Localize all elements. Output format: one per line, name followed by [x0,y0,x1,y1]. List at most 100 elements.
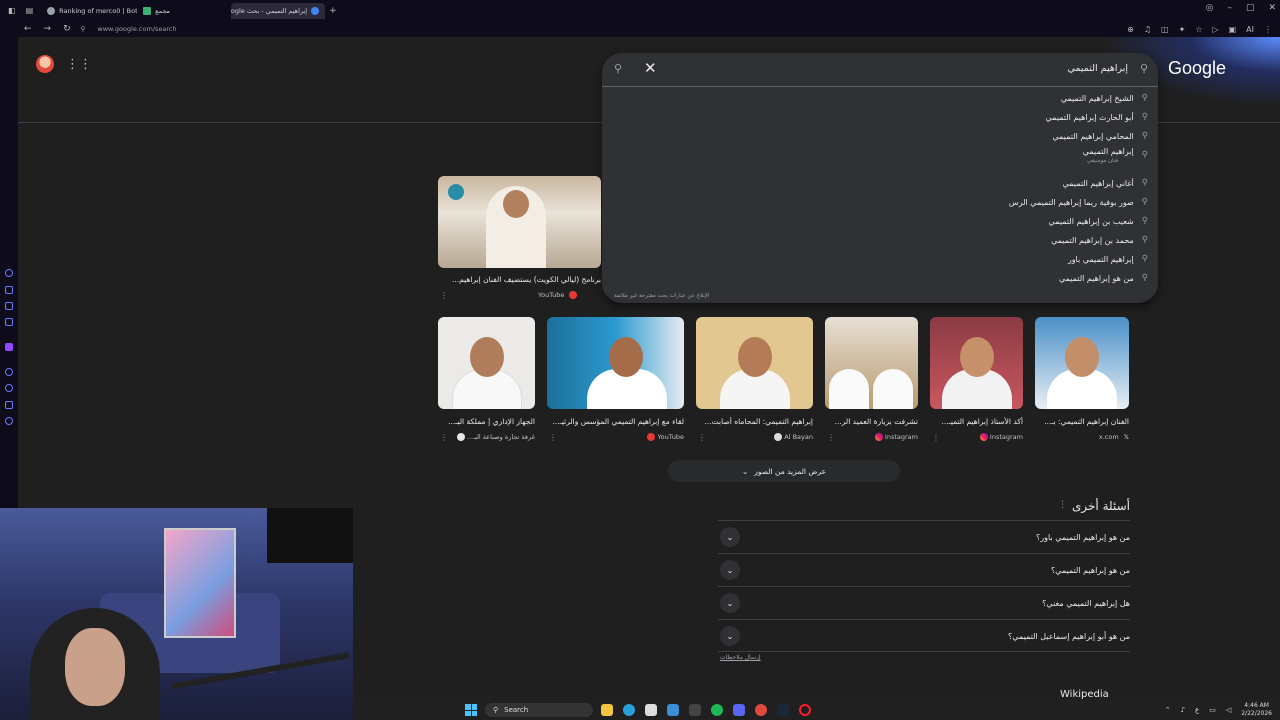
minimize-icon[interactable]: – [1227,3,1232,13]
image-result[interactable] [438,317,535,409]
taskbar-search[interactable]: ⚲ Search [485,703,593,717]
google-logo[interactable]: Google [1168,58,1226,79]
tab-group[interactable]: مجمع [137,3,231,19]
suggestion-item[interactable]: ⚲ المحامي إبراهيم التميمي [728,127,1148,145]
steam-icon[interactable] [777,704,789,716]
more-options-icon[interactable]: ⋮ [1058,500,1067,510]
more-options-icon[interactable]: ⋮ [932,433,940,442]
report-suggestions-link[interactable]: الإبلاغ عن عبارات بحث مقترحة غير ملائمة [614,293,709,299]
sidebar-app-icon[interactable] [5,302,13,310]
ai-button[interactable]: AI [1246,25,1254,34]
paa-question[interactable]: من هو إبراهيم التميمي؟ ⌄ [718,553,1130,586]
collections-icon[interactable]: ▣ [1229,25,1237,34]
paa-question[interactable]: من هو إبراهيم التميمي باور؟ ⌄ [718,520,1130,553]
more-options-icon[interactable]: ⋮ [827,433,835,442]
chevron-down-icon[interactable]: ⌄ [720,560,740,580]
chevron-down-icon[interactable]: ⌄ [720,626,740,646]
image-caption[interactable]: تشرفت بزيارة العميد الر... [825,417,918,426]
send-feedback-link[interactable]: إرسال ملاحظات [720,654,761,661]
suggestion-item[interactable]: ⚲ إبراهيم التميمي فنان موسيقي [728,145,1148,167]
suggestion-item[interactable]: ⚲ محمد بن إبراهيم التميمي [728,231,1148,249]
image-result[interactable] [825,317,918,409]
more-menu-icon[interactable]: ⋮ [1264,25,1272,34]
spotify-icon[interactable] [711,704,723,716]
image-result[interactable] [696,317,813,409]
sidebar-app-icon[interactable] [5,401,13,409]
settings-icon[interactable] [5,417,13,425]
chevron-down-icon[interactable]: ⌄ [720,527,740,547]
play-icon[interactable]: ▷ [1212,25,1218,34]
image-caption[interactable]: إبراهيم التميمي: المحاماه أصابت... [696,417,813,426]
suggestion-item[interactable]: ⚲ شعيب بن إبراهيم التميمي [728,212,1148,230]
volume-icon[interactable]: ◁ [1226,706,1231,714]
network-icon[interactable]: ▭ [1209,706,1216,714]
account-avatar[interactable] [36,55,54,73]
sidebar-app-icon[interactable] [5,269,13,277]
search-icon[interactable]: ⚲ [614,62,622,75]
url-field[interactable]: www.google.com/search [97,25,176,33]
split-screen-icon[interactable]: ◫ [1161,25,1169,34]
tab-list-icon[interactable]: ▤ [26,6,34,15]
maximize-icon[interactable]: ▢ [1246,3,1255,13]
paa-question[interactable]: من هو أبو إبراهيم إسماعيل التميمي؟ ⌄ [718,619,1130,652]
image-caption[interactable]: أكد الأستاذ إبراهيم التميـ... [930,417,1023,426]
paa-question[interactable]: هل إبراهيم التميمي مغني؟ ⌄ [718,586,1130,619]
new-tab-button[interactable]: + [329,6,337,16]
tab-google-search[interactable]: إبراهيم التميمي - بحث Google [231,2,326,19]
more-options-icon[interactable]: ⋮ [698,433,706,442]
more-options-icon[interactable]: ⋮ [440,291,448,300]
mail-icon[interactable] [667,704,679,716]
microphone-icon[interactable]: ♪ [1181,706,1185,714]
favorites-icon[interactable]: ☆ [1195,25,1202,34]
clock[interactable]: 4:46 AM 2/22/2026 [1241,702,1272,718]
site-info-icon[interactable]: ⚲ [81,25,86,33]
store-icon[interactable] [645,704,657,716]
edge-icon[interactable] [623,704,635,716]
extensions-icon[interactable]: ✦ [1179,25,1186,34]
more-options-icon[interactable]: ⋮ [440,433,448,442]
image-result[interactable] [547,317,684,409]
twitch-icon[interactable] [5,343,13,351]
back-icon[interactable]: ← [24,24,32,34]
zoom-icon[interactable]: ⊕ [1127,25,1134,34]
suggestion-item[interactable]: ⚲ أبو الحارث إبراهيم التميمي [728,108,1148,126]
image-result[interactable] [1035,317,1129,409]
discord-icon[interactable] [733,704,745,716]
sidebar-app-icon[interactable] [5,318,13,326]
video-thumbnail[interactable] [438,176,601,268]
clear-search-icon[interactable]: ✕ [644,59,657,77]
video-title[interactable]: برنامج (ليالي الكويت) يستضيف الفنان إبرا… [438,275,601,284]
tray-overflow-icon[interactable]: ⌃ [1165,706,1171,714]
sidebar-app-icon[interactable] [5,384,13,392]
copilot-icon[interactable]: ◎ [1206,3,1214,13]
tab-ranking[interactable]: Ranking of merco0 | Botf... [41,3,137,19]
sidebar-app-icon[interactable] [5,286,13,294]
image-caption[interactable]: الجهاز الإداري | مملكة البـ... [438,417,535,426]
suggestion-item[interactable]: ⚲ الشيخ إبراهيم التميمي [728,89,1148,107]
more-images-button[interactable]: عرض المزيد من الصور ⌄ [668,460,900,482]
image-result[interactable] [930,317,1023,409]
chrome-icon[interactable] [755,704,767,716]
sidebar-app-icon[interactable] [5,368,13,376]
opera-icon[interactable] [799,704,811,716]
windows-start-icon[interactable] [465,704,477,716]
wikipedia-result[interactable]: Wikipedia [1060,689,1109,700]
suggestion-item[interactable]: ⚲ صور بوفية ريما إبراهيم التميمي الرس [728,193,1148,211]
close-window-icon[interactable]: ✕ [1268,3,1276,13]
image-caption[interactable]: لقاء مع إبراهيم التميمي المؤسس والرئيـ..… [547,417,685,426]
reload-icon[interactable]: ↻ [63,24,71,34]
browser-menu-icon[interactable]: ◧ [8,6,16,15]
terminal-icon[interactable] [689,704,701,716]
forward-icon[interactable]: → [44,24,52,34]
language-indicator[interactable]: ع [1195,706,1199,714]
search-input[interactable]: إبراهيم التميمي [1067,63,1128,74]
suggestion-item[interactable]: ⚲ إبراهيم التميمي باور [728,250,1148,268]
image-caption[interactable]: الفنان إبراهيم التميمي: بـ... [1035,417,1129,426]
google-apps-icon[interactable]: ⋮⋮ [66,57,92,72]
read-aloud-icon[interactable]: ♫ [1144,25,1151,34]
more-options-icon[interactable]: ⋮ [549,433,557,442]
suggestion-item[interactable]: ⚲ من هو إبراهيم التميمي [728,269,1148,287]
file-explorer-icon[interactable] [601,704,613,716]
chevron-down-icon[interactable]: ⌄ [720,593,740,613]
suggestion-item[interactable]: ⚲ أغاني إبراهيم التميمي [728,174,1148,192]
